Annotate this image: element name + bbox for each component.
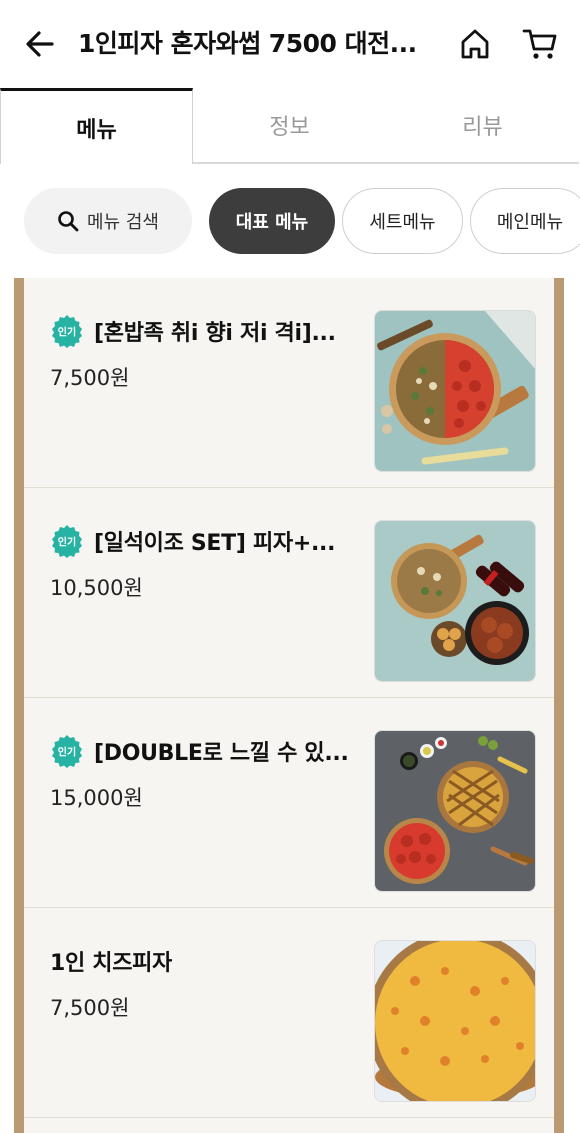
menu-search-label: 메뉴 검색 bbox=[87, 212, 159, 233]
tab-reviews[interactable]: 리뷰 bbox=[386, 88, 579, 164]
search-icon bbox=[58, 211, 79, 232]
page-title: 1인피자 혼자와썹 7500 대전... bbox=[78, 29, 417, 58]
menu-item-image bbox=[374, 940, 536, 1102]
menu-item-image bbox=[374, 310, 536, 472]
menu-item-image bbox=[374, 520, 536, 682]
menu-list-frame: 인기 [혼밥족 취i 향i 저i 격i]... 7,500원 인기 [일석이조 … bbox=[14, 278, 564, 1133]
menu-item-image bbox=[374, 730, 536, 892]
menu-list: 인기 [혼밥족 취i 향i 저i 격i]... 7,500원 인기 [일석이조 … bbox=[24, 278, 554, 1133]
chip-main-menu[interactable]: 메인메뉴 bbox=[470, 188, 580, 254]
menu-item[interactable]: 인기 [일석이조 SET] 피자+... 10,500원 bbox=[24, 488, 554, 698]
home-icon bbox=[461, 29, 489, 59]
menu-item[interactable]: 인기 [DOUBLE로 느낄 수 있... 15,000원 bbox=[24, 698, 554, 908]
app-header: 1인피자 혼자와썹 7500 대전... bbox=[0, 0, 580, 88]
tab-bar: 메뉴 정보 리뷰 bbox=[0, 88, 580, 164]
svg-text:인기: 인기 bbox=[58, 746, 76, 759]
menu-item-name-row: 인기 [일석이조 SET] 피자+... bbox=[50, 524, 376, 558]
menu-search-button[interactable]: 메뉴 검색 bbox=[24, 188, 192, 254]
menu-item-name-row: 1인 치즈피자 bbox=[50, 944, 376, 978]
cart-icon bbox=[522, 29, 557, 59]
cart-button[interactable] bbox=[520, 25, 560, 63]
menu-item-name: [DOUBLE로 느낄 수 있... bbox=[94, 741, 349, 766]
popular-badge-icon: 인기 bbox=[52, 315, 82, 348]
menu-item[interactable]: 인기 [혼밥족 취i 향i 저i 격i]... 7,500원 bbox=[24, 278, 554, 488]
menu-item-price: 10,500원 bbox=[50, 576, 143, 600]
menu-item[interactable]: 1인 치즈피자 7,500원 bbox=[24, 908, 554, 1118]
menu-item-name: [혼밥족 취i 향i 저i 격i]... bbox=[94, 321, 336, 346]
menu-item-price: 15,000원 bbox=[50, 786, 143, 810]
svg-text:인기: 인기 bbox=[58, 536, 76, 549]
svg-text:인기: 인기 bbox=[58, 326, 76, 339]
popular-badge-icon: 인기 bbox=[52, 525, 82, 558]
arrow-left-icon bbox=[26, 31, 54, 57]
category-chip-bar: 메뉴 검색 대표 메뉴 세트메뉴 메인메뉴 bbox=[0, 164, 580, 278]
menu-item-name: 1인 치즈피자 bbox=[50, 951, 173, 976]
chip-representative-menu[interactable]: 대표 메뉴 bbox=[209, 188, 335, 254]
menu-item-name: [일석이조 SET] 피자+... bbox=[94, 531, 336, 556]
menu-item-price: 7,500원 bbox=[50, 366, 130, 390]
back-button[interactable] bbox=[22, 26, 58, 62]
home-button[interactable] bbox=[456, 25, 494, 63]
tab-info[interactable]: 정보 bbox=[193, 88, 386, 164]
tab-menu[interactable]: 메뉴 bbox=[0, 88, 193, 164]
menu-item-price: 7,500원 bbox=[50, 996, 130, 1020]
chip-set-menu[interactable]: 세트메뉴 bbox=[342, 188, 463, 254]
menu-item-name-row: 인기 [혼밥족 취i 향i 저i 격i]... bbox=[50, 314, 376, 348]
menu-item-name-row: 인기 [DOUBLE로 느낄 수 있... bbox=[50, 734, 376, 768]
popular-badge-icon: 인기 bbox=[52, 735, 82, 768]
